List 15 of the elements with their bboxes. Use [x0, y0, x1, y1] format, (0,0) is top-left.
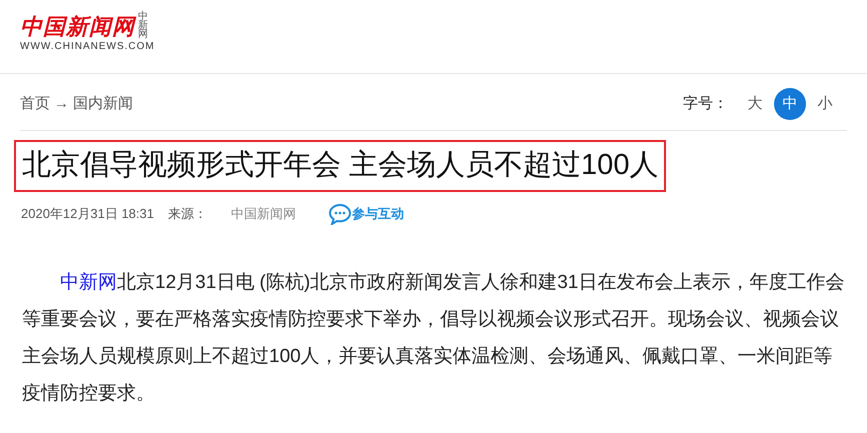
publish-date: 2020年12月31日 18:31 [21, 205, 154, 224]
font-size-option[interactable]: 中 [774, 88, 806, 120]
source-name: 中国新闻网 [230, 205, 296, 224]
font-size-option[interactable]: 小 [809, 88, 841, 120]
article-headline: 北京倡导视频形式开年会 主会场人员不超过100人 [14, 140, 666, 192]
breadcrumb-separator: → [54, 94, 69, 114]
breadcrumb-link[interactable]: 首页 [20, 92, 50, 116]
font-size-option[interactable]: 大 [739, 88, 771, 120]
source-label: 来源： [168, 205, 207, 224]
font-size-label: 字号： [683, 94, 728, 114]
interact-link[interactable]: 参与互动 [352, 204, 404, 224]
breadcrumb-link[interactable]: 国内新闻 [73, 92, 133, 116]
article-paragraph: 中新网北京12月31日电 (陈杭)北京市政府新闻发言人徐和建31日在发布会上表示，年度工作会等重要会议，要在严格落实疫情防控要求下举办，倡导以视频会议形式召开。现场会议、视频会议主会场人员规模原则上不超过100人，并要认真落实体温检测、会场通风、佩戴口罩、一米间距等疫情防控要求。 [21, 271, 846, 406]
chat-bubble-icon[interactable] [328, 203, 352, 225]
source-link[interactable]: 中新网 [60, 272, 117, 293]
